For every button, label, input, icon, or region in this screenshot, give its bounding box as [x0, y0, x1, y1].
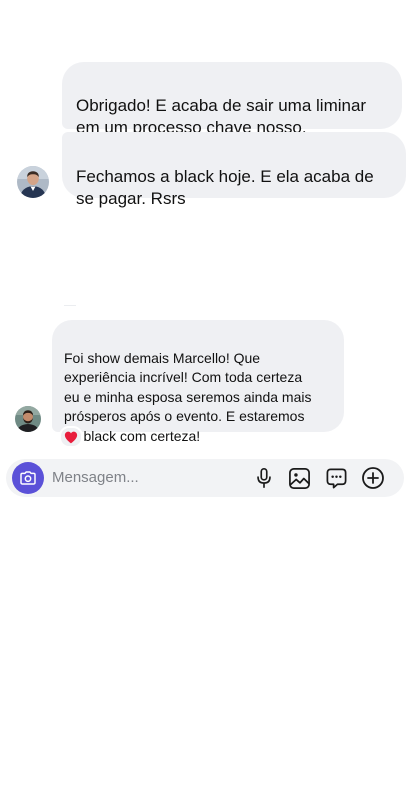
- heart-reaction[interactable]: ❤️: [59, 426, 83, 448]
- message-bubble[interactable]: Fechamos a black hoje. E ela acaba de se…: [62, 132, 406, 208]
- camera-button[interactable]: [12, 462, 44, 494]
- message-input[interactable]: Mensagem...: [52, 469, 139, 487]
- add-icon: [362, 467, 384, 489]
- contact-avatar[interactable]: [17, 166, 49, 198]
- divider: [64, 305, 76, 306]
- camera-icon: [20, 471, 36, 485]
- gallery-button[interactable]: [287, 466, 311, 490]
- microphone-button[interactable]: [252, 466, 276, 490]
- heart-icon: [64, 431, 78, 443]
- message-composer: Mensagem...: [6, 459, 404, 497]
- gallery-icon: [288, 467, 310, 489]
- contact-avatar[interactable]: [15, 406, 41, 432]
- sticker-button[interactable]: [324, 466, 348, 490]
- message-text: Foi show demais Marcello! Que experiênci…: [64, 349, 312, 444]
- message-text: Fechamos a black hoje. E ela acaba de se…: [76, 167, 374, 208]
- message-bubble[interactable]: Obrigado! E acaba de sair uma liminar em…: [62, 62, 402, 137]
- message-text: Obrigado! E acaba de sair uma liminar em…: [76, 96, 367, 137]
- message-bubble[interactable]: Foi show demais Marcello! Que experiênci…: [52, 320, 344, 444]
- sticker-icon: [326, 468, 346, 488]
- microphone-icon: [257, 468, 271, 488]
- add-button[interactable]: [361, 466, 385, 490]
